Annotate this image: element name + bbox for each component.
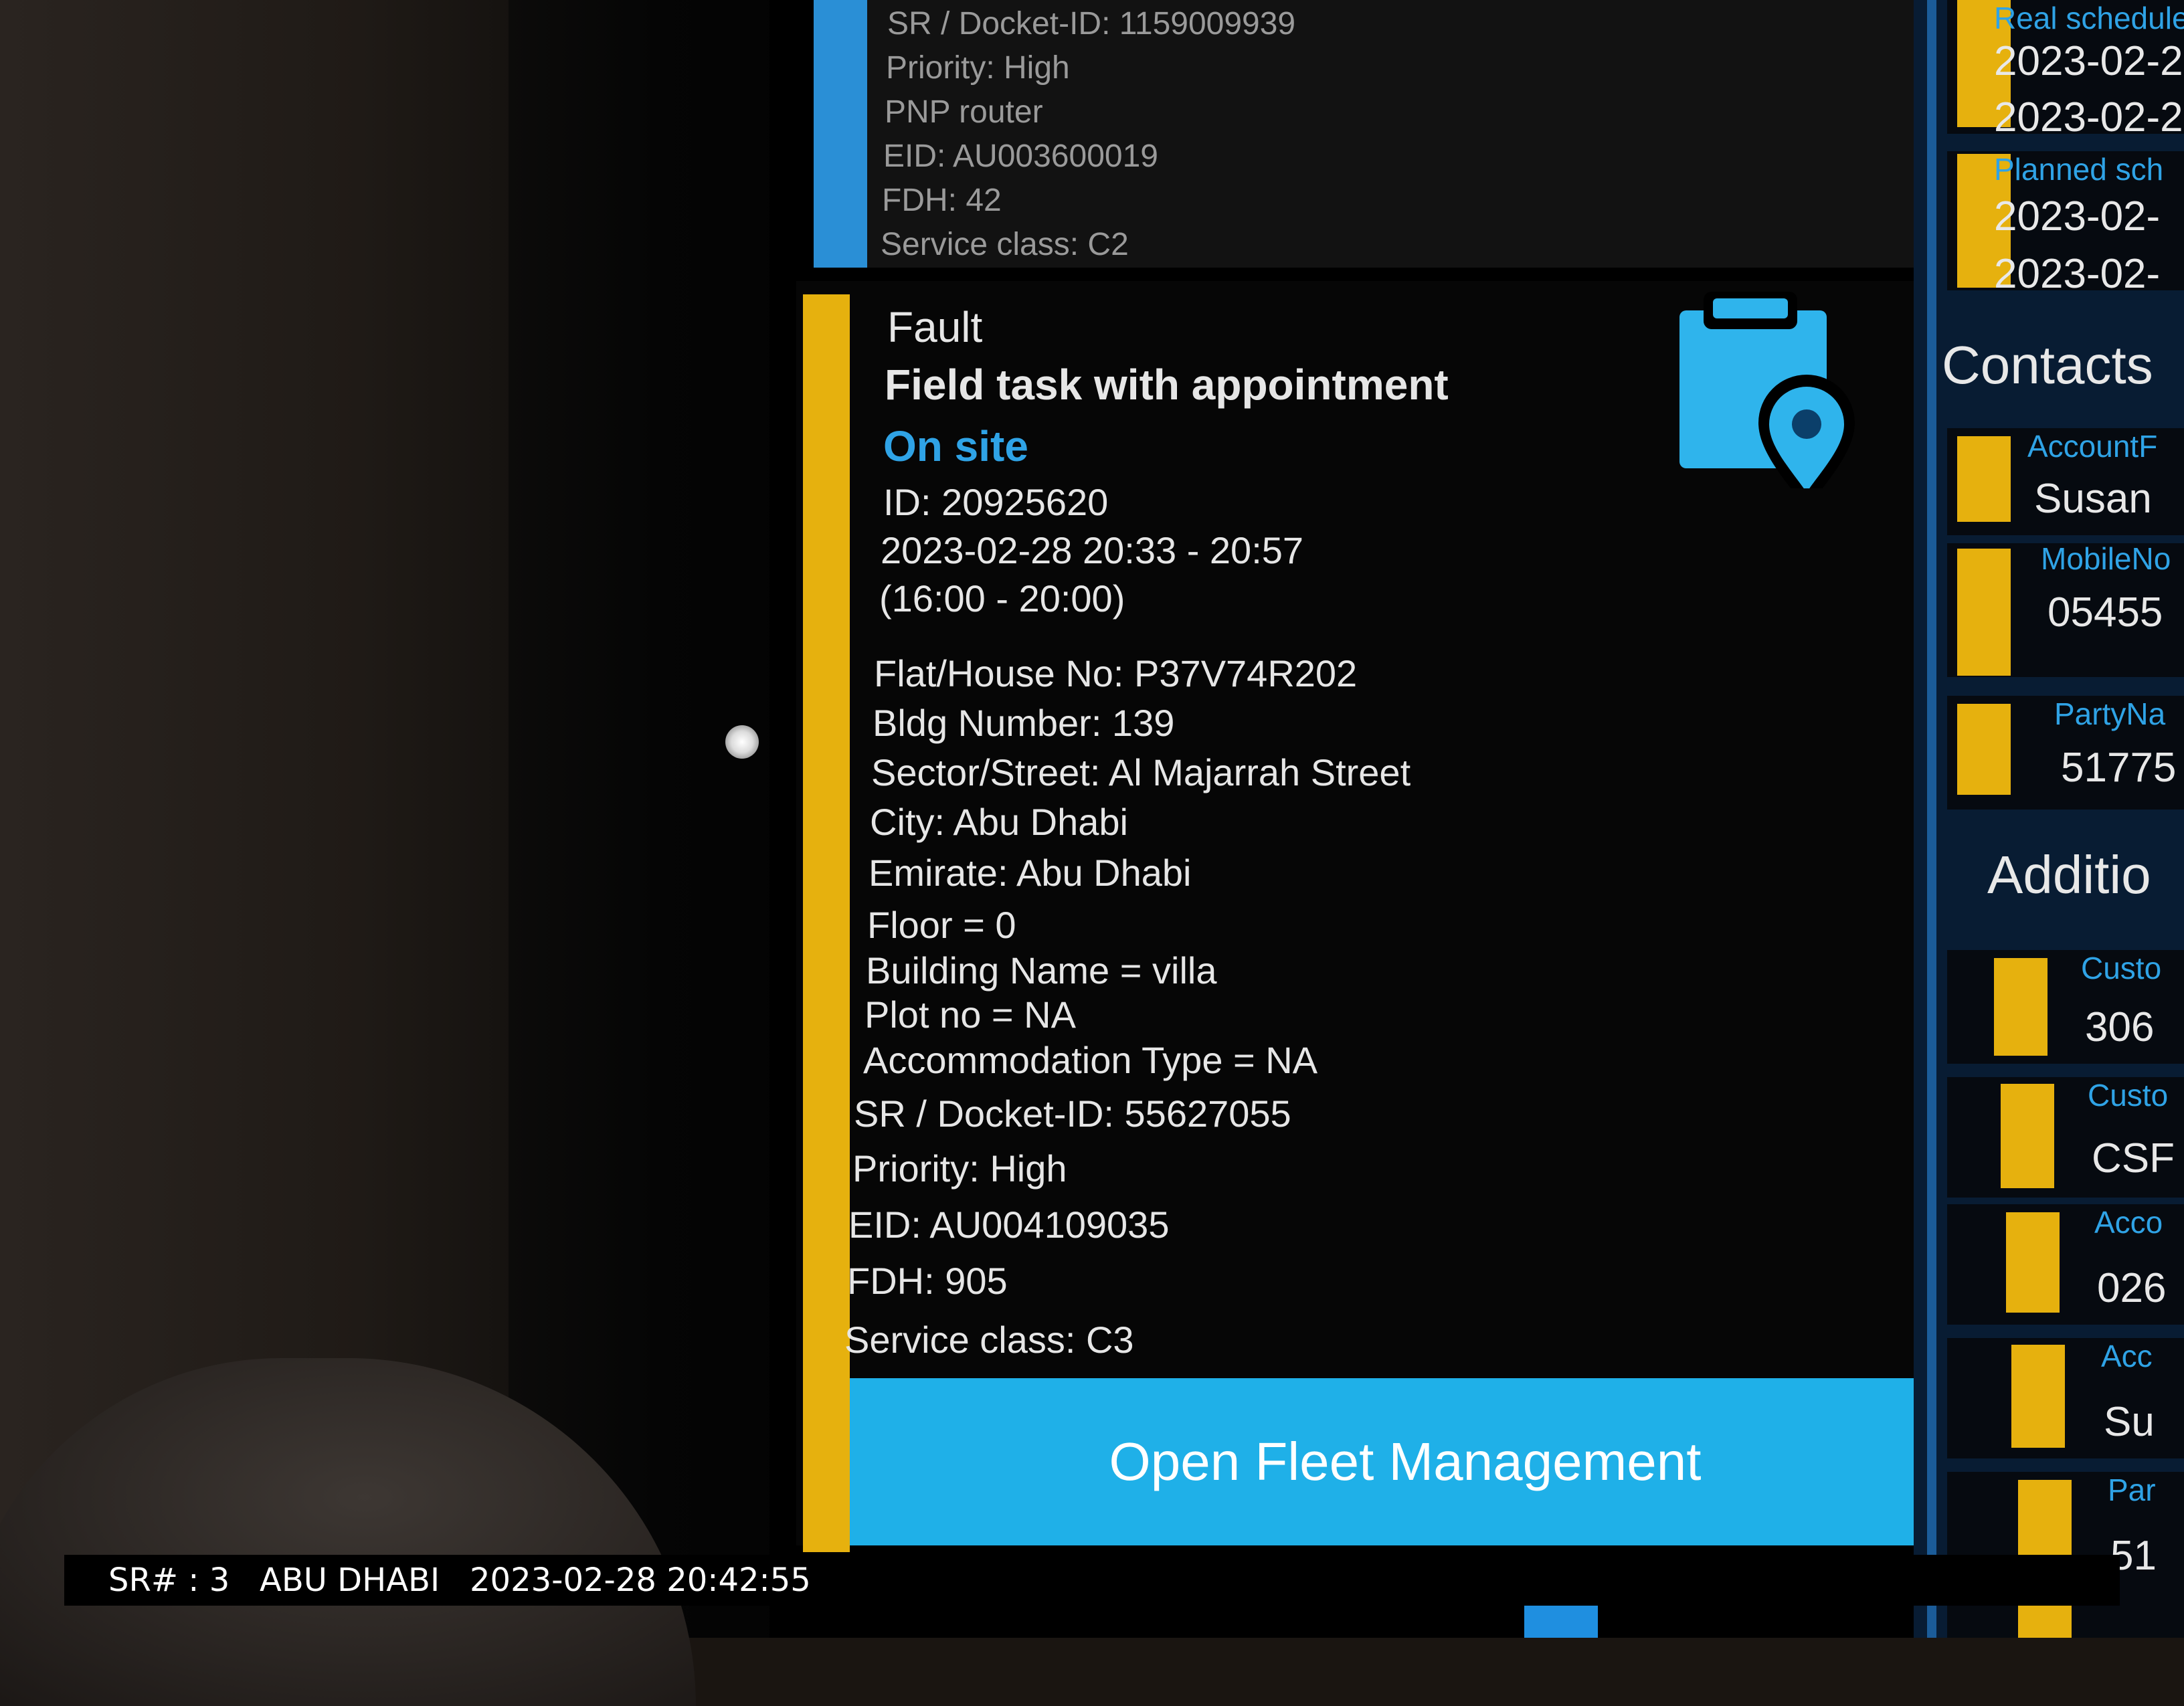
overlay-sr-number: SR# : 3 <box>108 1561 230 1599</box>
additional-item-5-label: Par <box>2108 1473 2156 1507</box>
task-status-bar <box>803 294 850 1552</box>
planned-schedule-label: Planned sch <box>1994 152 2164 187</box>
detail-docket-id: SR / Docket-ID: 55627055 <box>854 1093 1291 1135</box>
detail-fdh: FDH: 905 <box>847 1260 1008 1302</box>
task-window: (16:00 - 20:00) <box>879 577 1125 620</box>
previous-eid: EID: AU003600019 <box>883 138 1158 174</box>
contact-party-value: 51775 <box>2061 745 2177 791</box>
tablet-screen: SR / Docket-ID: 1159009939 Priority: Hig… <box>769 0 2184 1638</box>
contact-mobile-bar <box>1957 549 2011 676</box>
detail-service-class: Service class: C3 <box>844 1319 1134 1361</box>
additional-item-1-bar <box>1994 958 2047 1056</box>
tablet-camera-dot <box>725 725 759 759</box>
previous-device: PNP router <box>885 94 1043 130</box>
additional-item-3-value: 026 <box>2097 1265 2167 1311</box>
detail-priority: Priority: High <box>852 1147 1067 1190</box>
additional-item-1-value: 306 <box>2085 1004 2155 1050</box>
detail-sector-street: Sector/Street: Al Majarrah Street <box>871 751 1411 793</box>
additional-item-4-value: Su <box>2104 1399 2155 1445</box>
additional-item-1-label: Custo <box>2081 951 2162 985</box>
contact-account-label: AccountF <box>2027 429 2158 464</box>
contact-mobile-label: MobileNo <box>2041 541 2171 576</box>
previous-fdh: FDH: 42 <box>882 183 1002 218</box>
additional-item-2-label: Custo <box>2088 1078 2169 1113</box>
real-schedule-label: Real schedule <box>1994 1 2184 35</box>
real-schedule-start: 2023-02-2 <box>1994 38 2183 84</box>
additional-heading: Additio <box>1987 845 2151 905</box>
previous-docket-id: SR / Docket-ID: 1159009939 <box>887 6 1296 41</box>
open-fleet-management-button[interactable]: Open Fleet Management <box>850 1378 1961 1545</box>
detail-emirate: Emirate: Abu Dhabi <box>869 852 1192 894</box>
clipboard-location-icon <box>1679 292 1855 488</box>
real-schedule-end: 2023-02-2 <box>1994 94 2183 140</box>
additional-item-2-value: CSF <box>2092 1135 2175 1181</box>
task-status: On site <box>883 422 1028 470</box>
task-id: ID: 20925620 <box>883 481 1109 523</box>
overlay-city: ABU DHABI <box>260 1561 440 1599</box>
contact-account-value: Susan <box>2034 476 2152 522</box>
additional-item-3-label: Acco <box>2094 1205 2163 1240</box>
task-title: Field task with appointment <box>885 361 1449 409</box>
previous-service-class: Service class: C2 <box>881 227 1129 262</box>
detail-flat-house: Flat/House No: P37V74R202 <box>874 652 1358 694</box>
contacts-heading: Contacts <box>1942 335 2153 395</box>
additional-item-4-label: Acc <box>2101 1339 2153 1373</box>
contact-mobile-value: 05455 <box>2047 589 2163 636</box>
overlay-datetime: 2023-02-28 20:42:55 <box>470 1561 811 1599</box>
detail-eid: EID: AU004109035 <box>848 1204 1170 1246</box>
detail-city: City: Abu Dhabi <box>870 801 1128 843</box>
detail-accommodation-type: Accommodation Type = NA <box>863 1039 1318 1081</box>
tablet-bezel <box>509 0 803 1638</box>
panel-divider <box>1927 0 1936 1638</box>
task-time: 2023-02-28 20:33 - 20:57 <box>881 529 1304 571</box>
next-card-edge <box>1524 1606 1598 1638</box>
additional-item-2-bar <box>2001 1084 2054 1188</box>
planned-schedule-start: 2023-02- <box>1994 193 2161 240</box>
contact-account-bar <box>1957 436 2011 522</box>
additional-item-4-bar <box>2011 1345 2065 1448</box>
previous-task-status-bar <box>814 0 867 268</box>
detail-plot-no: Plot no = NA <box>864 993 1076 1036</box>
contact-party-label: PartyNa <box>2054 696 2166 731</box>
detail-floor: Floor = 0 <box>867 904 1016 946</box>
detail-building-name: Building Name = villa <box>866 949 1217 991</box>
detail-bldg-number: Bldg Number: 139 <box>873 702 1175 744</box>
contact-party-bar <box>1957 704 2011 795</box>
previous-priority: Priority: High <box>886 50 1070 86</box>
camera-timestamp-overlay: SR# : 3 ABU DHABI 2023-02-28 20:42:55 <box>64 1555 2120 1606</box>
planned-schedule-end: 2023-02- <box>1994 251 2161 297</box>
additional-item-3-bar <box>2006 1212 2060 1313</box>
task-type: Fault <box>887 303 983 351</box>
